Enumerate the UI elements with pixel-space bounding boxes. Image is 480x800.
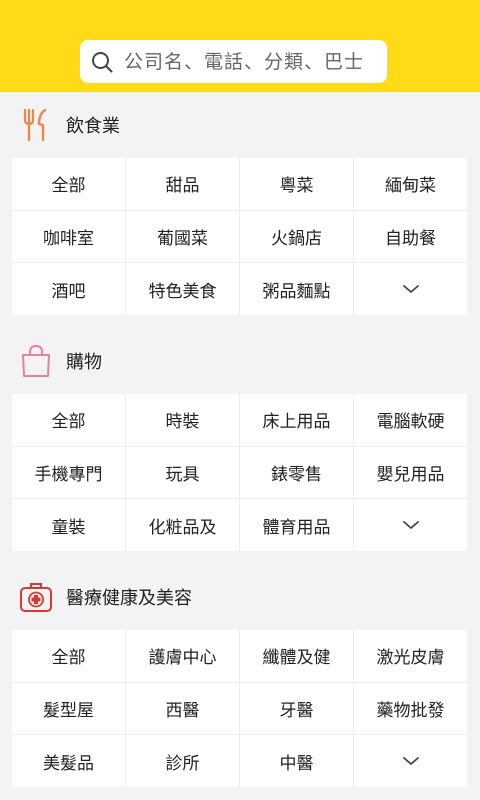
category-item[interactable]: 診所 xyxy=(126,735,239,787)
category-item[interactable]: 火鍋店 xyxy=(240,210,353,263)
category-item[interactable]: 西醫 xyxy=(126,682,239,735)
category-item[interactable]: 美髮品 xyxy=(12,735,125,787)
category-grid-shopping: 全部 時裝 床上用品 電腦軟硬 手機專門 玩具 錶零售 嬰兒用品 童裝 化粧品及… xyxy=(12,394,467,551)
category-item[interactable]: 牙醫 xyxy=(240,682,353,735)
section-title-medical: 醫療健康及美容 xyxy=(66,588,192,609)
category-item[interactable]: 藥物批發 xyxy=(354,682,467,735)
category-item[interactable]: 酒吧 xyxy=(12,263,125,315)
category-item[interactable]: 葡國菜 xyxy=(126,210,239,263)
shopping-bag-icon xyxy=(16,341,56,381)
category-grid-medical: 全部 護膚中心 纖體及健 激光皮膚 髮型屋 西醫 牙醫 藥物批發 美髮品 診所 … xyxy=(12,630,467,787)
category-item[interactable]: 粥品麵點 xyxy=(240,263,353,315)
fork-knife-icon xyxy=(16,105,56,145)
section-title-dining: 飲食業 xyxy=(66,116,120,137)
category-item[interactable]: 全部 xyxy=(12,158,125,210)
category-item[interactable]: 特色美食 xyxy=(126,263,239,315)
search-icon[interactable] xyxy=(80,40,124,83)
section-header-dining: 飲食業 xyxy=(0,95,480,155)
search-bar[interactable] xyxy=(80,40,387,83)
category-grid-dining: 全部 甜品 粵菜 緬甸菜 咖啡室 葡國菜 火鍋店 自助餐 酒吧 特色美食 粥品麵… xyxy=(12,158,467,315)
category-item[interactable]: 護膚中心 xyxy=(126,630,239,682)
category-item[interactable]: 咖啡室 xyxy=(12,210,125,263)
chevron-down-icon xyxy=(402,515,420,535)
category-item[interactable]: 童裝 xyxy=(12,499,125,551)
search-input[interactable] xyxy=(124,40,387,83)
category-item[interactable]: 纖體及健 xyxy=(240,630,353,682)
category-item[interactable]: 中醫 xyxy=(240,735,353,787)
expand-medical-button[interactable] xyxy=(354,735,467,787)
category-item[interactable]: 全部 xyxy=(12,394,125,446)
category-item[interactable]: 髮型屋 xyxy=(12,682,125,735)
category-item[interactable]: 電腦軟硬 xyxy=(354,394,467,446)
category-item[interactable]: 玩具 xyxy=(126,446,239,499)
medical-kit-icon xyxy=(16,577,56,617)
chevron-down-icon xyxy=(402,751,420,771)
category-item[interactable]: 粵菜 xyxy=(240,158,353,210)
section-title-shopping: 購物 xyxy=(66,352,102,373)
section-header-medical: 醫療健康及美容 xyxy=(0,567,480,627)
category-item[interactable]: 甜品 xyxy=(126,158,239,210)
category-item[interactable]: 手機專門 xyxy=(12,446,125,499)
expand-shopping-button[interactable] xyxy=(354,499,467,551)
expand-dining-button[interactable] xyxy=(354,263,467,315)
category-item[interactable]: 錶零售 xyxy=(240,446,353,499)
category-item[interactable]: 緬甸菜 xyxy=(354,158,467,210)
category-item[interactable]: 嬰兒用品 xyxy=(354,446,467,499)
category-item[interactable]: 自助餐 xyxy=(354,210,467,263)
category-item[interactable]: 化粧品及 xyxy=(126,499,239,551)
category-item[interactable]: 全部 xyxy=(12,630,125,682)
chevron-down-icon xyxy=(402,279,420,299)
category-item[interactable]: 床上用品 xyxy=(240,394,353,446)
section-header-shopping: 購物 xyxy=(0,331,480,391)
category-item[interactable]: 激光皮膚 xyxy=(354,630,467,682)
top-header xyxy=(0,0,480,92)
category-item[interactable]: 體育用品 xyxy=(240,499,353,551)
category-item[interactable]: 時裝 xyxy=(126,394,239,446)
